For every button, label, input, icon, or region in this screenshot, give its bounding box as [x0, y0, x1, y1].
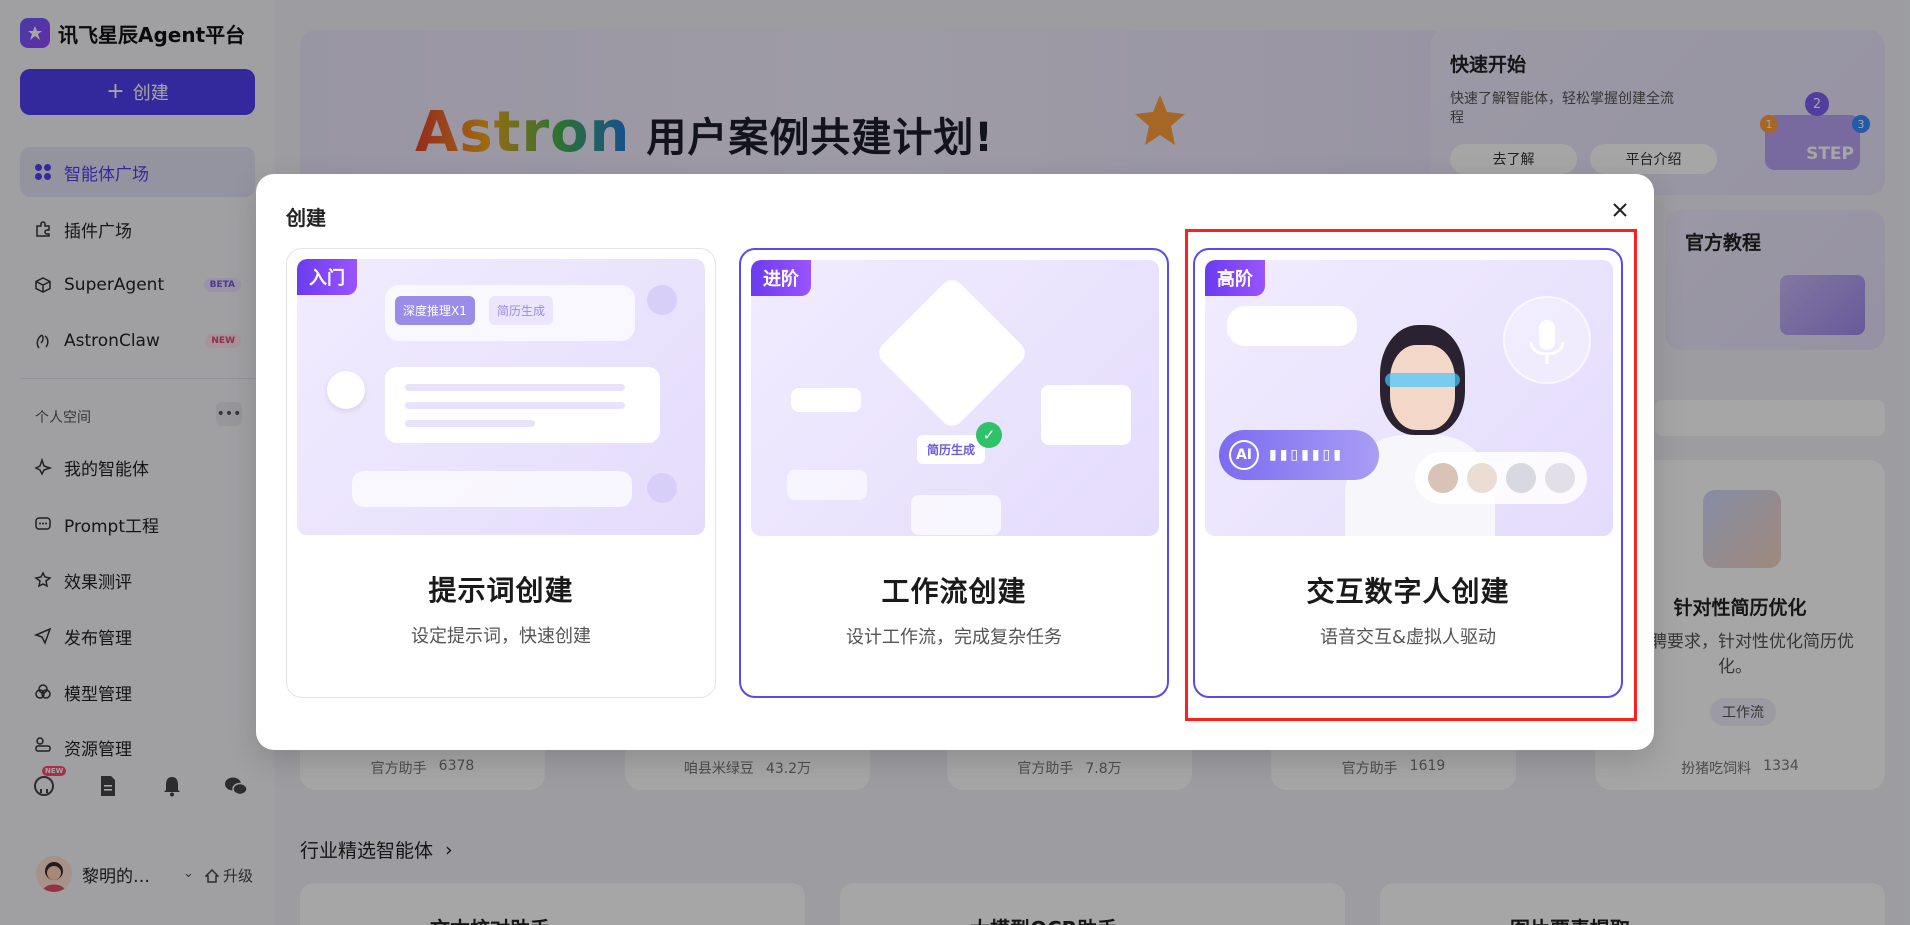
close-button[interactable] — [1606, 196, 1634, 224]
option-prompt-create[interactable]: 入门 深度推理X1 简历生成 提示词创建 设定提示词，快速创建 — [286, 248, 716, 698]
level-tag: 进阶 — [751, 260, 811, 296]
option-title: 工作流创建 — [881, 575, 1027, 608]
modal-title: 创建 — [286, 206, 326, 230]
close-icon — [1613, 203, 1627, 217]
selection-highlight-box — [1185, 229, 1637, 721]
spark-logo-icon — [327, 371, 365, 409]
workflow-illustration: 进阶 简历生成 ✓ — [751, 260, 1159, 536]
prompt-illustration: 入门 深度推理X1 简历生成 — [297, 259, 705, 535]
option-desc: 设定提示词，快速创建 — [411, 626, 591, 647]
check-icon: ✓ — [976, 422, 1002, 448]
option-workflow-create[interactable]: 进阶 简历生成 ✓ 工作流创建 设计工作流，完成复杂任务 — [739, 248, 1169, 698]
level-tag: 入门 — [297, 259, 357, 295]
chip-resume: 简历生成 — [489, 296, 554, 325]
user-avatar-icon — [647, 285, 677, 315]
option-title: 提示词创建 — [428, 574, 574, 607]
option-desc: 设计工作流，完成复杂任务 — [846, 627, 1062, 648]
chip-deep-reasoning: 深度推理X1 — [395, 296, 475, 325]
node-resume: 简历生成 — [917, 435, 986, 464]
user-avatar-icon — [647, 473, 677, 503]
